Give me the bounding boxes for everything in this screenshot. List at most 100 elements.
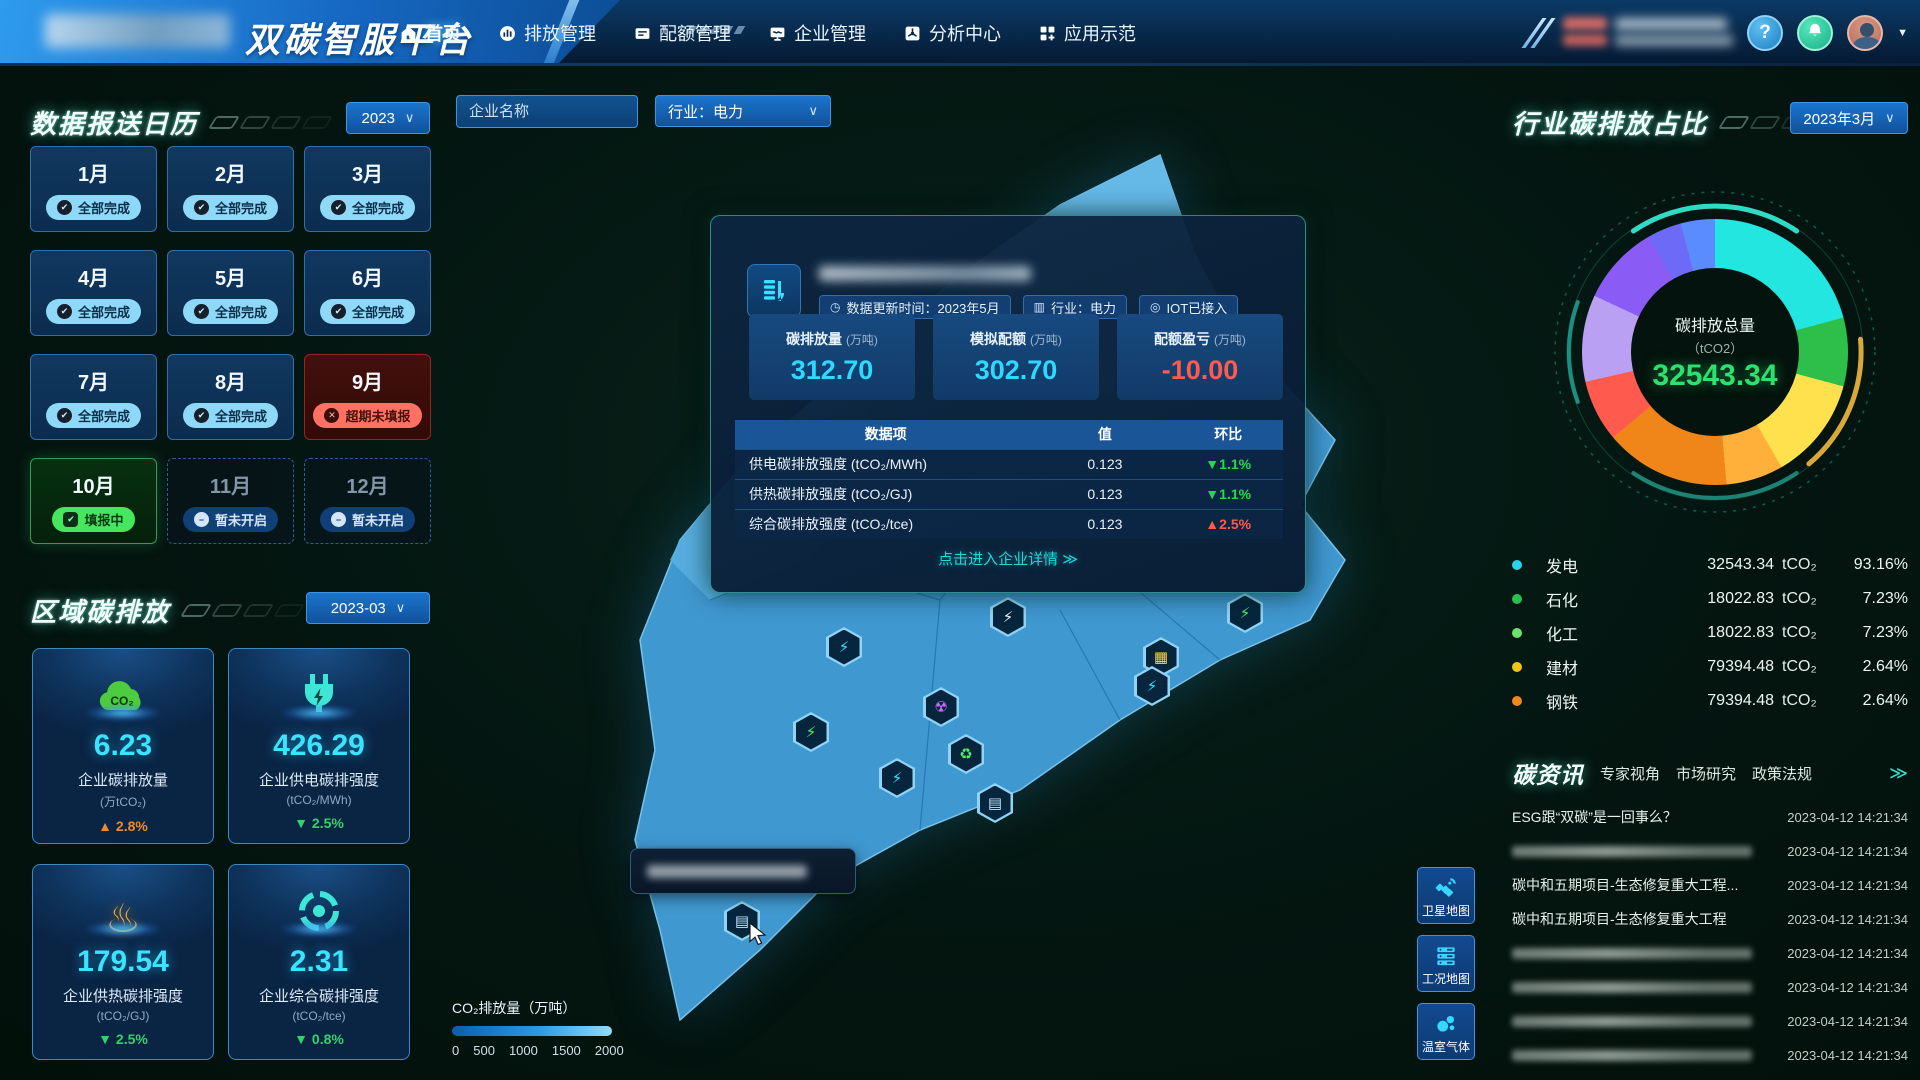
stat-delta: ▼ 0.8% [294, 1031, 344, 1047]
calendar-title-text: 数据报送日历 [30, 104, 198, 141]
map-marker[interactable]: ⚡ [990, 597, 1026, 637]
glow-pedestal [84, 921, 162, 937]
table-header-value: 值 [1036, 420, 1173, 449]
map-legend-title: CO₂排放量（万吨） [452, 998, 624, 1018]
news-title-redacted [1512, 1016, 1752, 1027]
industry-period-dropdown[interactable]: 2023年3月 ∨ [1790, 102, 1908, 134]
legend-row-petrochemical[interactable]: 石化18022.83tCO₂7.23% [1512, 582, 1908, 616]
home-icon [400, 25, 417, 42]
nav-item-emission[interactable]: 排放管理 [499, 20, 596, 46]
news-item-redacted[interactable]: 2023-04-12 14:21:34 [1512, 1038, 1908, 1072]
region-card-heat[interactable]: ♨ 179.54 企业供热碳排强度 (tCO₂/GJ) ▼ 2.5% [32, 864, 214, 1060]
nav-item-home[interactable]: 首页 [400, 20, 461, 46]
greenhouse-gas-button[interactable]: 温室气体 [1417, 1003, 1475, 1060]
mouse-cursor [748, 922, 770, 946]
region-period-dropdown[interactable]: 2023-03 ∨ [306, 592, 430, 624]
chevron-down-icon[interactable]: ▼ [1897, 27, 1908, 39]
region-period-value: 2023-03 [331, 600, 386, 617]
nav-item-enterprise[interactable]: 企业管理 [769, 20, 866, 46]
legend-row-building[interactable]: 建材79394.48tCO₂2.64% [1512, 650, 1908, 684]
donut-center: 碳排放总量 （tCO2） 32543.34 [1631, 268, 1799, 436]
news-item[interactable]: 碳中和五期项目-生态修复重大工程...2023-04-12 14:21:34 [1512, 868, 1908, 902]
popup-stat-value: 312.70 [791, 355, 874, 386]
org-logo-redacted [1563, 13, 1733, 53]
marker-glyph-icon: ♻ [959, 745, 972, 763]
map-marker[interactable]: ⚡ [793, 712, 829, 752]
user-avatar[interactable] [1847, 15, 1883, 51]
news-tab-policy[interactable]: 政策法规 [1752, 763, 1812, 784]
map-marker[interactable]: ⚡ [879, 758, 915, 798]
quota-card-icon [634, 25, 651, 42]
marker-glyph-icon: ⚡ [839, 638, 850, 656]
arrow-down-icon: ▼ [98, 1031, 116, 1047]
slash-decoration [1532, 18, 1545, 48]
nav-item-demo[interactable]: 应用示范 [1039, 20, 1136, 46]
map-button-label: 工况地图 [1422, 970, 1470, 987]
legend-dot [1512, 662, 1522, 672]
popup-stat-value: 302.70 [975, 355, 1058, 386]
notifications-button[interactable] [1797, 15, 1833, 51]
bell-icon [1806, 22, 1824, 45]
marker-glyph-icon: ☢ [934, 698, 947, 716]
calendar-year-dropdown[interactable]: 2023 ∨ [346, 102, 430, 134]
legend-row-chemical[interactable]: 化工18022.83tCO₂7.23% [1512, 616, 1908, 650]
help-button[interactable]: ? [1747, 15, 1783, 51]
news-item-redacted[interactable]: 2023-04-12 14:21:34 [1512, 834, 1908, 868]
calendar-year-value: 2023 [362, 110, 395, 127]
legend-row-power[interactable]: 发电32543.34tCO₂93.16% [1512, 548, 1908, 582]
map-legend-gradient [452, 1026, 612, 1036]
industry-period-value: 2023年3月 [1803, 108, 1875, 129]
news-item-redacted[interactable]: 2023-04-12 14:21:34 [1512, 970, 1908, 1004]
chevron-down-icon: ∨ [396, 600, 406, 616]
news-tab-market[interactable]: 市场研究 [1676, 763, 1736, 784]
stat-value: 179.54 [77, 945, 169, 979]
news-item[interactable]: 碳中和五期项目-生态修复重大工程2023-04-12 14:21:34 [1512, 902, 1908, 936]
stat-delta: ▼ 2.5% [294, 815, 344, 831]
region-card-power[interactable]: 426.29 企业供电碳排强度 (tCO₂/MWh) ▼ 2.5% [228, 648, 410, 844]
brand-logo-redacted [45, 14, 230, 48]
nav-item-analysis[interactable]: 分析中心 [904, 20, 1001, 46]
clock-icon: ◷ [830, 300, 840, 314]
map-marker[interactable]: ☢ [923, 687, 959, 727]
condition-map-button[interactable]: 工况地图 [1417, 935, 1475, 992]
enterprise-detail-link[interactable]: 点击进入企业详情 ≫ [711, 548, 1305, 569]
nav-label: 分析中心 [929, 20, 1001, 46]
stat-label: 企业供热碳排强度 [63, 985, 183, 1006]
satellite-map-button[interactable]: 卫星地图 [1417, 867, 1475, 924]
glow-pedestal [280, 705, 358, 721]
news-title-redacted [1512, 1050, 1752, 1061]
stat-label: 企业供电碳排强度 [259, 769, 379, 790]
question-icon: ? [1759, 22, 1771, 44]
news-item[interactable]: ESG跟“双碳”是一回事么？2023-04-12 14:21:34 [1512, 800, 1908, 834]
news-tab-expert[interactable]: 专家视角 [1600, 763, 1660, 784]
news-more-arrow-icon[interactable]: ≫ [1889, 763, 1908, 784]
news-item-redacted[interactable]: 2023-04-12 14:21:34 [1512, 936, 1908, 970]
nav-label: 排放管理 [524, 20, 596, 46]
industry-donut-chart[interactable]: 碳排放总量 （tCO2） 32543.34 [1545, 182, 1885, 522]
map-marker[interactable]: ▤ [977, 783, 1013, 823]
marker-glyph-icon: ⚡ [1240, 604, 1251, 622]
company-search-input[interactable] [456, 95, 638, 128]
map-marker[interactable]: ⚡ [1227, 593, 1263, 633]
marker-glyph-icon: ⚡ [1147, 677, 1158, 695]
stat-value: 6.23 [94, 729, 152, 763]
popup-stat-balance: 配额盈亏 (万吨) -10.00 [1117, 314, 1283, 400]
news-list: ESG跟“双碳”是一回事么？2023-04-12 14:21:34 2023-0… [1512, 800, 1908, 1072]
nav-item-quota[interactable]: 配额管理 [634, 20, 731, 46]
map-marker[interactable]: ♻ [948, 734, 984, 774]
popup-stats: 碳排放量 (万吨) 312.70 模拟配额 (万吨) 302.70 配额盈亏 (… [749, 314, 1283, 400]
nav-label: 配额管理 [659, 20, 731, 46]
legend-row-steel[interactable]: 钢铁79394.48tCO₂2.64% [1512, 684, 1908, 718]
news-item-redacted[interactable]: 2023-04-12 14:21:34 [1512, 1004, 1908, 1038]
region-card-emission[interactable]: CO₂ 6.23 企业碳排放量 (万tCO₂) ▲ 2.8% [32, 648, 214, 844]
industry-filter-dropdown[interactable]: 行业：电力 ∨ [655, 95, 831, 127]
marker-glyph-icon: ▦ [1154, 648, 1168, 666]
stat-label: 企业碳排放量 [78, 769, 168, 790]
chevron-down-icon: ∨ [808, 103, 818, 119]
title-decoration [212, 116, 329, 129]
news-title: 碳资讯 [1512, 756, 1584, 790]
donut-center-unit: （tCO2） [1687, 338, 1743, 357]
map-marker[interactable]: ⚡ [826, 627, 862, 667]
region-card-composite[interactable]: 2.31 企业综合碳排强度 (tCO₂/tce) ▼ 0.8% [228, 864, 410, 1060]
company-name-redacted [819, 266, 1031, 281]
